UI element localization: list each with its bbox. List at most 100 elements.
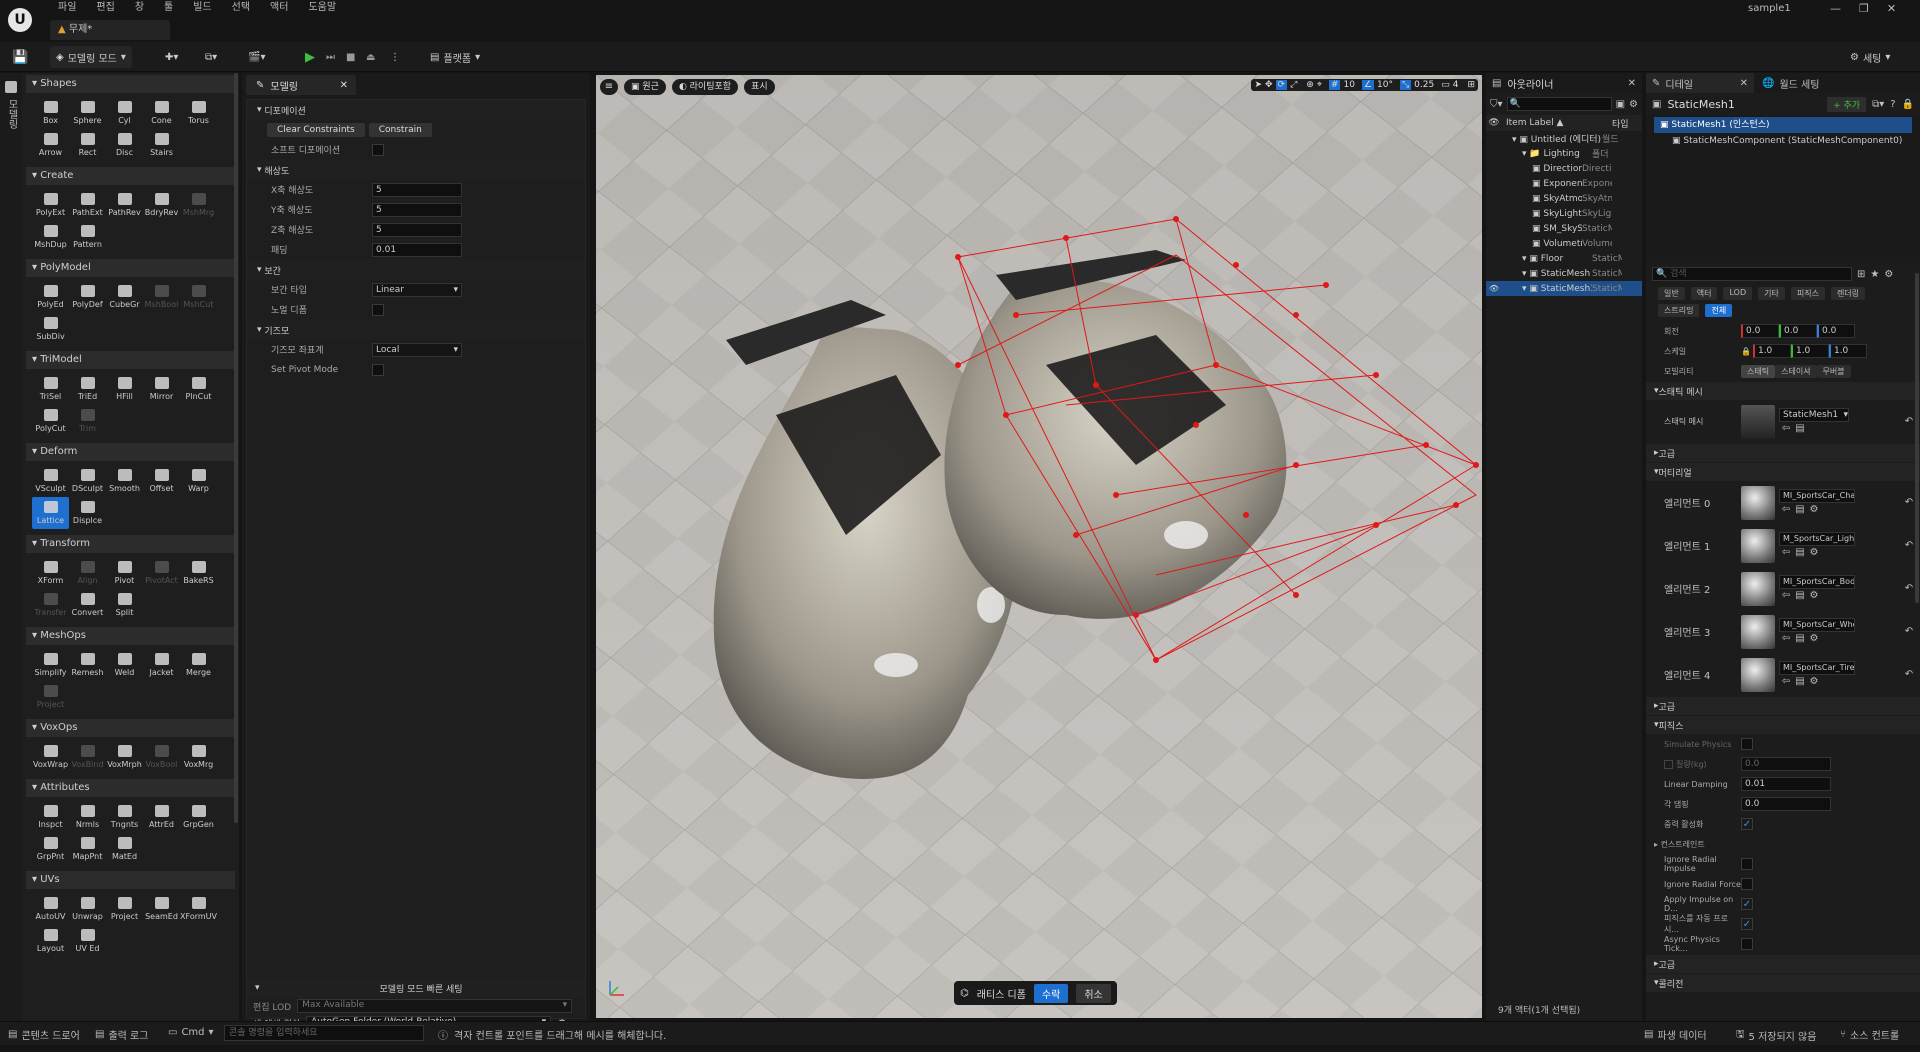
material-thumbnail[interactable] (1741, 571, 1775, 606)
mass-checkbox[interactable] (1664, 759, 1673, 769)
scale-y[interactable]: 1.0 (1790, 344, 1829, 358)
gear-icon[interactable]: ⚙ (1807, 632, 1821, 646)
tool-button[interactable]: Sphere (69, 97, 106, 129)
browse-icon[interactable]: ▤ (1793, 546, 1807, 560)
tool-button[interactable]: Project (32, 681, 69, 713)
linear-damping-input[interactable]: 0.01 (1741, 777, 1831, 791)
tool-button[interactable]: PolyEd (32, 281, 69, 313)
material-thumbnail[interactable] (1741, 528, 1775, 563)
close-icon[interactable]: ✕ (340, 80, 348, 91)
auto-physics-checkbox[interactable] (1741, 918, 1753, 930)
z-res-input[interactable]: 5 (372, 222, 462, 237)
tool-button[interactable]: Smooth (106, 465, 143, 497)
tool-button[interactable]: MshBool (143, 281, 180, 313)
outliner-row[interactable]: ▾ ▣ StaticMesh StaticM (1486, 266, 1642, 281)
static-mesh-section[interactable]: ▾ 스태틱 메시 (1646, 382, 1920, 400)
angle-snap-value[interactable]: 10° (1377, 80, 1393, 90)
materials-section[interactable]: ▾ 머티리얼 (1646, 463, 1920, 481)
x-res-input[interactable]: 5 (372, 182, 462, 197)
tool-button[interactable]: Pattern (69, 221, 106, 253)
mass-input[interactable]: 0.0 (1741, 757, 1831, 771)
tool-button[interactable]: XFormUV (180, 893, 217, 925)
outliner-row[interactable]: ▣ SM_SkySphereStaticM (1486, 221, 1642, 236)
tool-button[interactable]: PolyExt (32, 189, 69, 221)
tool-section-header[interactable]: ▾ Shapes (26, 75, 235, 93)
tool-section-header[interactable]: ▾ TriModel (26, 351, 235, 369)
tool-button[interactable]: VoxMrph (106, 741, 143, 773)
tool-button[interactable]: GrpGen (180, 801, 217, 833)
tool-button[interactable]: AutoUV (32, 893, 69, 925)
tool-button[interactable]: Remesh (69, 649, 106, 681)
viewport-menu-icon[interactable]: ≡ (600, 79, 618, 95)
unreal-logo-icon[interactable]: U (8, 8, 32, 32)
normal-deform-checkbox[interactable] (372, 303, 384, 316)
tool-button[interactable]: TriEd (69, 373, 106, 405)
gear-icon[interactable]: ⚙ (1807, 675, 1821, 689)
eject-button[interactable]: ⏏ (366, 46, 375, 68)
tool-button[interactable]: MapPnt (69, 833, 106, 865)
item-label-column[interactable]: Item Label ▲ (1502, 118, 1612, 128)
angular-damping-input[interactable]: 0.0 (1741, 797, 1831, 811)
advanced-section-2[interactable]: ▸ 고급 (1646, 697, 1920, 715)
mobility-stationary[interactable]: 스테이셔 (1775, 364, 1817, 378)
details-search-input[interactable]: 🔍 검색 (1652, 267, 1852, 281)
tool-button[interactable]: Merge (180, 649, 217, 681)
lod-select[interactable]: Max Available ▾ (297, 999, 573, 1013)
material-select[interactable]: MI_SportsCar_Chassis (1779, 488, 1855, 503)
tool-button[interactable]: PivotAct (143, 557, 180, 589)
menu-item[interactable]: 선택 (222, 0, 260, 15)
use-selected-icon[interactable]: ⇦ (1779, 503, 1793, 517)
outliner-row[interactable]: ▾ 📁 Lighting 폴더 (1486, 146, 1642, 161)
cinematics-icon[interactable]: 🎬▾ (248, 46, 265, 68)
ignore-radial-impulse-checkbox[interactable] (1741, 858, 1753, 870)
filter-chip[interactable]: 스트리밍 (1658, 304, 1700, 317)
filter-chip[interactable]: 피직스 (1790, 287, 1825, 300)
console-input[interactable]: 콘솔 명령을 입력하세요 (224, 1025, 424, 1041)
help-icon[interactable]: ? (1890, 99, 1895, 110)
use-selected-icon[interactable]: ⇦ (1779, 422, 1793, 436)
tool-button[interactable]: PolyCut (32, 405, 69, 437)
tool-button[interactable]: Simplify (32, 649, 69, 681)
scale-x[interactable]: 1.0 (1752, 344, 1791, 358)
scale-snap-value[interactable]: 0.25 (1414, 80, 1434, 90)
tool-button[interactable]: Unwrap (69, 893, 106, 925)
browse-icon[interactable]: ▤ (1793, 503, 1807, 517)
gear-icon[interactable]: ⚙ (1807, 503, 1821, 517)
gear-icon[interactable]: ⚙ (1629, 99, 1638, 110)
interp-type-select[interactable]: Linear ▾ (372, 282, 462, 297)
reset-icon[interactable]: ↶ (1902, 582, 1916, 596)
menu-item[interactable]: 편집 (86, 0, 124, 15)
save-icon[interactable]: 💾 (12, 46, 28, 68)
tool-button[interactable]: VoxMrg (180, 741, 217, 773)
grid-snap-value[interactable]: 10 (1343, 80, 1354, 90)
play-button[interactable]: ▶ (305, 46, 315, 68)
material-thumbnail[interactable] (1741, 614, 1775, 649)
details-scrollbar[interactable] (1915, 273, 1919, 603)
tool-button[interactable]: GrpPnt (32, 833, 69, 865)
tool-section-header[interactable]: ▾ PolyModel (26, 259, 235, 277)
tool-section-header[interactable]: ▾ VoxOps (26, 719, 235, 737)
interp-section-header[interactable]: ▾ 보간 (247, 260, 585, 280)
minimize-icon[interactable]: — (1830, 2, 1841, 15)
filter-chip[interactable]: 렌더링 (1830, 287, 1866, 300)
visibility-icon[interactable]: 👁 (1486, 284, 1502, 293)
component-root[interactable]: ▣ StaticMesh1 (인스턴스) (1654, 117, 1912, 133)
filter-chip[interactable]: LOD (1723, 287, 1753, 300)
scale-snap-icon[interactable]: ⤡ (1399, 80, 1412, 90)
tool-button[interactable]: Rect (69, 129, 106, 161)
rotate-tool-icon[interactable]: ⟳ (1275, 80, 1288, 90)
tool-button[interactable]: Nrmls (69, 801, 106, 833)
filter-chip[interactable]: 전체 (1705, 304, 1733, 317)
gravity-checkbox[interactable] (1741, 818, 1753, 830)
collision-section[interactable]: ▾ 콜리전 (1646, 974, 1920, 992)
rotation-x[interactable]: 0.0 (1741, 324, 1779, 338)
reset-icon[interactable]: ↶ (1902, 668, 1916, 682)
tool-button[interactable]: MshMrg (180, 189, 217, 221)
tool-button[interactable]: HFill (106, 373, 143, 405)
outliner-row[interactable]: ▣ SkyAtmosphereSkyAtm (1486, 191, 1642, 206)
browse-icon[interactable]: ▤ (1793, 589, 1807, 603)
tool-button[interactable]: Inspct (32, 801, 69, 833)
tool-section-header[interactable]: ▾ MeshOps (26, 627, 235, 645)
close-icon[interactable]: ✕ (1740, 78, 1748, 89)
advanced-section-3[interactable]: ▸ 고급 (1646, 955, 1920, 973)
